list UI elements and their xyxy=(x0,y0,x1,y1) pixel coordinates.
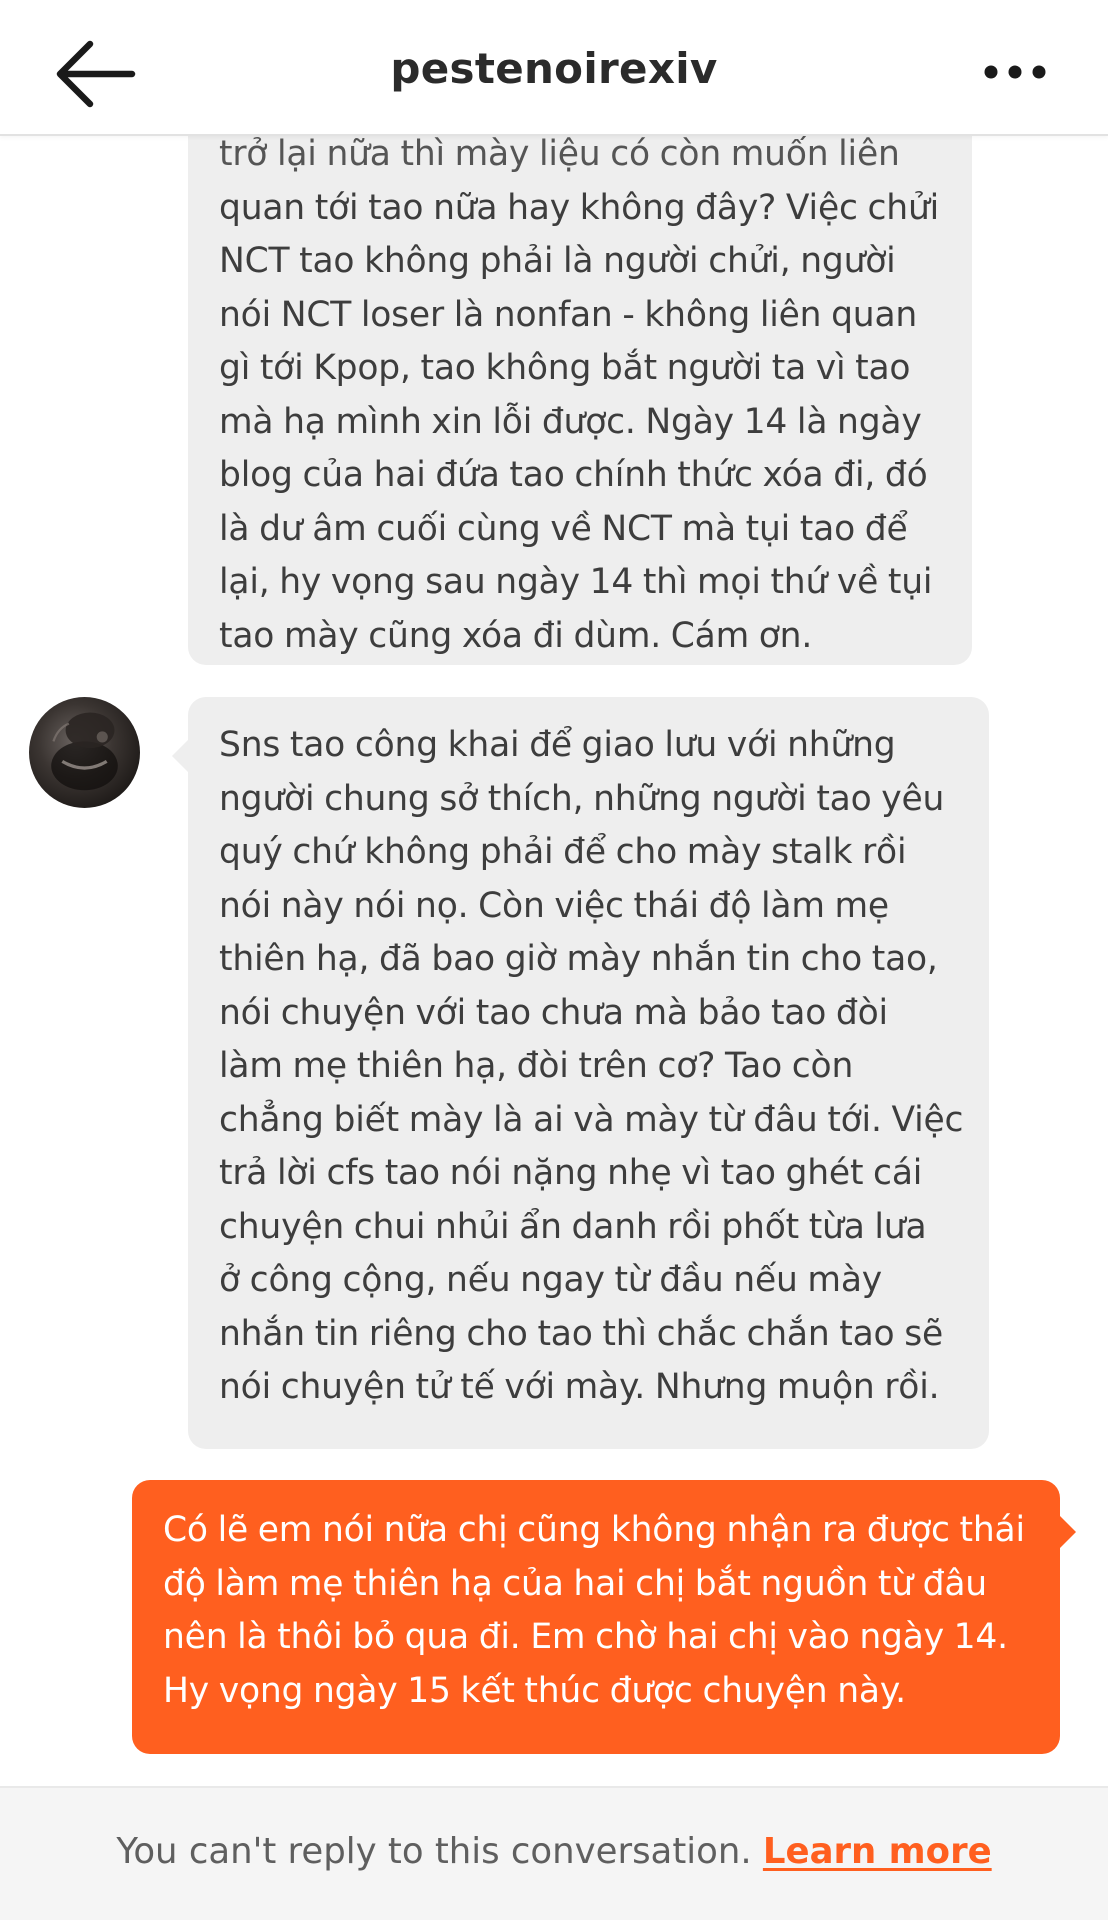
conversation-header: pestenoirexiv xyxy=(0,0,1108,136)
message-line: ở công cộng, nếu ngay từ đầu nếu mày xyxy=(219,1260,882,1300)
message-line: nhắn tin riêng cho tao thì chắc chắn tao… xyxy=(219,1313,944,1354)
more-horizontal-icon[interactable] xyxy=(980,52,1050,92)
message-line: nói này nói nọ. Còn việc thái độ làm mẹ xyxy=(219,885,889,926)
message-line: tao mày cũng xóa đi dùm. Cám ơn. xyxy=(219,615,813,656)
message-line: NCT tao không phải là người chửi, người xyxy=(219,241,896,281)
avatar-image xyxy=(51,712,118,791)
learn-more-link[interactable]: Learn more xyxy=(763,1831,992,1872)
message-line: trở lại nữa thì mày liệu có còn muốn liê… xyxy=(219,134,900,174)
message-line: lại, hy vọng sau ngày 14 thì mọi thứ về … xyxy=(219,562,933,602)
message-line: thiên hạ, đã bao giờ mày nhắn tin cho ta… xyxy=(219,939,938,979)
message-line: nói NCT loser là nonfan - không liên qua… xyxy=(219,294,918,335)
message-line: Hy vọng ngày 15 kết thúc được chuyện này… xyxy=(163,1670,906,1711)
notice-text: You can't reply to this conversation. xyxy=(116,1831,763,1872)
message-line: là dư âm cuối cùng về NCT mà tụi tao để xyxy=(219,508,908,549)
message-line: chuyện chui nhủi ẩn danh rồi phốt từa lư… xyxy=(219,1206,927,1247)
message-thread[interactable]: trở lại nữa thì mày liệu có còn muốn liê… xyxy=(0,0,1108,1786)
message-line: quan tới tao nữa hay không đây? Việc chử… xyxy=(219,187,939,228)
conversation-title: pestenoirexiv xyxy=(390,44,718,93)
message-line: người chung sở thích, những người tao yê… xyxy=(219,778,945,819)
message-line: gì tới Kpop, tao không bắt người ta vì t… xyxy=(219,348,911,388)
message-line: trả lời cfs tao nói nặng nhẹ vì tao ghét… xyxy=(219,1153,923,1193)
message-bubble-received: trở lại nữa thì mày liệu có còn muốn liê… xyxy=(188,80,972,665)
message-line: blog của hai đứa tao chính thức xóa đi, … xyxy=(219,455,928,495)
conversation-screen: trở lại nữa thì mày liệu có còn muốn liê… xyxy=(0,0,1108,1920)
message-line: Sns tao công khai để giao lưu với những xyxy=(219,725,896,765)
sender-avatar[interactable] xyxy=(29,697,140,808)
message-line: nói chuyện với tao chưa mà bảo tao đòi xyxy=(219,992,888,1033)
message-line: chẳng biết mày là ai và mày từ đâu tới. … xyxy=(219,1099,964,1140)
message-bubble-sent: Có lẽ em nói nữa chị cũng không nhận ra … xyxy=(132,1480,1076,1754)
message-line: làm mẹ thiên hạ, đòi trên cơ? Tao còn xyxy=(219,1046,854,1086)
message-bubble-received: Sns tao công khai để giao lưu với những … xyxy=(172,697,989,1449)
message-line: độ làm mẹ thiên hạ của hai chị bắt nguồn… xyxy=(163,1563,987,1604)
message-line: mà hạ mình xin lỗi được. Ngày 14 là ngày xyxy=(219,401,922,442)
message-line: nên là thôi bỏ qua đi. Em chờ hai chị và… xyxy=(163,1617,1008,1657)
reply-disabled-notice: You can't reply to this conversation. Le… xyxy=(0,1786,1108,1920)
message-line: quý chứ không phải để cho mày stalk rồi xyxy=(219,832,907,872)
message-line: nói chuyện tử tế với mày. Nhưng muộn rồi… xyxy=(219,1367,940,1407)
message-line: Có lẽ em nói nữa chị cũng không nhận ra … xyxy=(163,1510,1025,1550)
